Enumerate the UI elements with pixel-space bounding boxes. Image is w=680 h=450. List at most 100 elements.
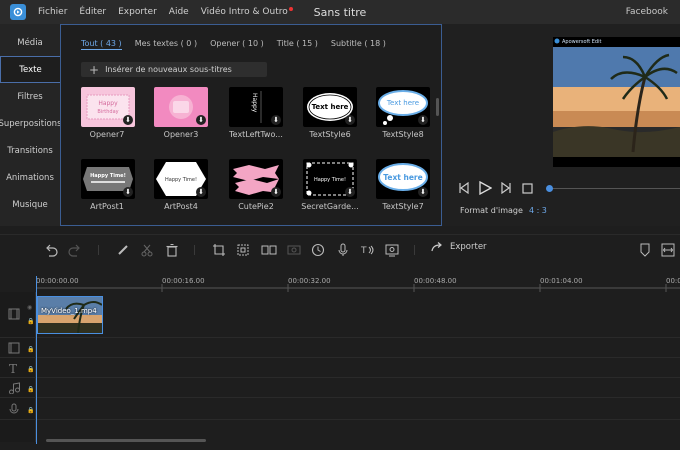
download-icon[interactable]: ⬇: [345, 115, 355, 125]
tile-textstyle7[interactable]: Text here ⬇: [376, 159, 430, 199]
library-scrollbar[interactable]: [436, 98, 439, 116]
tile-label-artpost1: ArtPost1: [90, 202, 124, 211]
download-icon[interactable]: ⬇: [418, 187, 428, 197]
artpost4-thumb-text: Happy Time!: [165, 177, 197, 183]
sidebar-item-musique[interactable]: Musique: [0, 191, 60, 218]
filter-tabs: Tout ( 43 ) Mes textes ( 0 ) Opener ( 10…: [81, 39, 399, 50]
lock-icon[interactable]: 🔒: [27, 407, 34, 414]
cut-icon[interactable]: [140, 243, 154, 257]
playhead[interactable]: [36, 276, 37, 444]
track-header: 🔒: [0, 338, 36, 357]
tab-subtitle[interactable]: Subtitle ( 18 ): [331, 39, 386, 50]
text-to-speech-icon[interactable]: T: [360, 243, 378, 257]
sidebar-item-transitions[interactable]: Transitions: [0, 137, 60, 164]
menu-video-intro-outro[interactable]: Vidéo Intro & Outro: [201, 7, 293, 17]
category-sidebar: Média Texte Filtres Superpositions Trans…: [0, 24, 62, 226]
marker-icon[interactable]: [638, 243, 652, 257]
speed-icon[interactable]: [311, 243, 325, 257]
undo-icon[interactable]: [44, 243, 58, 257]
sidebar-item-filtres[interactable]: Filtres: [0, 83, 60, 110]
menu-fichier[interactable]: Fichier: [38, 7, 67, 17]
sidebar-item-media[interactable]: Média: [0, 29, 60, 56]
export-button[interactable]: Exporter: [430, 241, 487, 253]
tile-textstyle8[interactable]: Text here ⬇: [376, 87, 430, 127]
download-icon[interactable]: ⬇: [345, 187, 355, 197]
timeline-ruler[interactable]: 00:00:00.00 00:00:16.00 00:00:32.00 00:0…: [36, 274, 680, 292]
music-track: 🔒: [0, 378, 680, 398]
tile-label-cutepie2: CutePie2: [238, 202, 274, 211]
tab-title[interactable]: Title ( 15 ): [277, 39, 318, 50]
tile-textstyle6[interactable]: Text here ⬇: [303, 87, 357, 127]
tile-textlefttwo[interactable]: Happy ⬇: [229, 87, 283, 127]
insert-subtitles-button[interactable]: + Insérer de nouveaux sous-titres: [81, 62, 267, 77]
lock-icon[interactable]: 🔒: [27, 346, 34, 353]
mosaic-icon[interactable]: [287, 243, 301, 257]
seek-bar[interactable]: [550, 188, 680, 189]
textstyle8-thumb-text: Text here: [386, 99, 419, 107]
download-icon[interactable]: ⬇: [196, 115, 206, 125]
overlay-icon: [8, 342, 20, 354]
tile-label-opener7: Opener7: [89, 130, 125, 139]
notification-dot: [288, 7, 293, 11]
tile-secretgarden[interactable]: Happy Time! ⬇: [303, 159, 357, 199]
visibility-icon[interactable]: ◉: [27, 304, 32, 311]
lock-icon[interactable]: 🔒: [27, 386, 34, 393]
download-icon[interactable]: ⬇: [196, 187, 206, 197]
menu-editer[interactable]: Éditer: [79, 7, 106, 17]
prev-frame-icon[interactable]: [458, 181, 470, 197]
crop-icon[interactable]: [212, 243, 226, 257]
download-icon[interactable]: ⬇: [271, 115, 281, 125]
delete-icon[interactable]: [165, 243, 179, 257]
tab-opener[interactable]: Opener ( 10 ): [210, 39, 264, 50]
toolbar-divider: [194, 245, 195, 255]
tile-opener7[interactable]: Happy Birthday ⬇: [81, 87, 135, 127]
video-clip[interactable]: MyVideo_1.mp4: [37, 296, 103, 334]
timecode-16s: 00:00:16.00: [162, 277, 205, 285]
sidebar-item-superpositions[interactable]: Superpositions: [0, 110, 62, 137]
next-frame-icon[interactable]: [500, 181, 512, 197]
preview-image: Apowersoft Edit: [553, 38, 680, 157]
sidebar-item-animations[interactable]: Animations: [0, 164, 60, 191]
fit-timeline-icon[interactable]: [661, 243, 675, 257]
menu-exporter[interactable]: Exporter: [118, 7, 157, 17]
text-icon: T: [8, 362, 20, 376]
edit-pencil-icon[interactable]: [116, 243, 130, 257]
lock-icon[interactable]: 🔒: [27, 318, 34, 325]
tile-label-textstyle6: TextStyle6: [309, 130, 351, 139]
timeline-scrollbar[interactable]: [46, 439, 206, 442]
stop-icon[interactable]: [522, 183, 533, 197]
download-icon[interactable]: ⬇: [271, 187, 281, 197]
tile-label-textlefttwo: TextLeftTwo...: [229, 130, 283, 139]
microphone-icon[interactable]: [336, 243, 350, 257]
screen-record-icon[interactable]: [385, 243, 399, 257]
play-icon[interactable]: [478, 180, 493, 198]
tile-cutepie2[interactable]: ⬇: [229, 159, 283, 199]
seek-handle[interactable]: [546, 185, 553, 192]
tile-artpost1[interactable]: Happy Time! ⬇: [81, 159, 135, 199]
clip-name: MyVideo_1.mp4: [41, 307, 97, 315]
tab-tout[interactable]: Tout ( 43 ): [81, 39, 122, 50]
tile-artpost4[interactable]: Happy Time! ⬇: [154, 159, 208, 199]
insert-subtitles-label: Insérer de nouveaux sous-titres: [105, 65, 232, 74]
menu-video-intro-outro-label: Vidéo Intro & Outro: [200, 7, 288, 17]
voice-track: 🔒: [0, 398, 680, 420]
track-header: T 🔒: [0, 358, 36, 377]
zoom-crop-icon[interactable]: [236, 243, 250, 257]
download-icon[interactable]: ⬇: [418, 115, 428, 125]
menu-aide[interactable]: Aide: [169, 7, 189, 17]
facebook-link[interactable]: Facebook: [626, 7, 668, 17]
sidebar-item-texte[interactable]: Texte: [0, 56, 60, 83]
redo-icon[interactable]: [68, 243, 82, 257]
aspect-ratio-label: Format d'image: [460, 206, 523, 215]
download-icon[interactable]: ⬇: [123, 115, 133, 125]
track-header: ◉ 🔒: [0, 292, 36, 337]
tile-opener3[interactable]: ⬇: [154, 87, 208, 127]
split-screen-icon[interactable]: [261, 243, 277, 257]
artpost1-thumb-text: Happy Time!: [90, 173, 126, 179]
opener7-thumb-line-1: Happy: [98, 100, 118, 107]
tab-mes-textes[interactable]: Mes textes ( 0 ): [135, 39, 197, 50]
aspect-ratio-value[interactable]: 4 : 3: [529, 206, 547, 215]
lock-icon[interactable]: 🔒: [27, 366, 34, 373]
download-icon[interactable]: ⬇: [123, 187, 133, 197]
plus-icon: +: [89, 62, 100, 77]
